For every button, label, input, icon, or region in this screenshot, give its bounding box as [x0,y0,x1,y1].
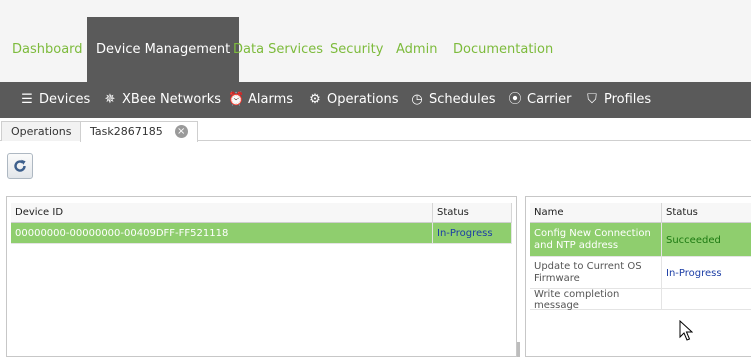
devices-grid: Device ID Status 00000000-00000000-00409… [11,203,512,244]
subnav-profiles-label: Profiles [604,92,652,107]
alarm-clock-icon: ⏰ [228,92,245,107]
gear-icon: ⚙ [309,92,321,107]
tasks-grid-header: Name Status [530,203,751,223]
subnav-carrier[interactable]: ⦿ Carrier [507,82,571,118]
subnav-profiles[interactable]: ⛉ Profiles [584,82,651,118]
sub-nav: ☰ Devices ✵ XBee Networks ⏰ Alarms ⚙ Operati… [0,82,751,118]
xbee-network-icon: ✵ [104,92,116,107]
clock-icon: ◷ [411,92,423,107]
refresh-button[interactable] [7,153,33,179]
devices-icon: ☰ [21,92,33,107]
subnav-alarms[interactable]: ⏰ Alarms [228,82,293,118]
subnav-schedules[interactable]: ◷ Schedules [409,82,496,118]
device-id-cell: 00000000-00000000-00409DFF-FF521118 [11,223,433,244]
column-header-status[interactable]: Status [662,203,751,223]
refresh-icon [14,159,26,172]
scrollbar[interactable] [517,342,520,357]
table-row[interactable]: 00000000-00000000-00409DFF-FF521118 In-P… [11,223,512,244]
subnav-carrier-label: Carrier [527,92,572,107]
status-cell: In-Progress [433,223,512,244]
tab-bar: Operations Task2867185 × [0,118,751,142]
tasks-panel: Name Status Config New Connection and NTP… [525,196,751,357]
nav-data-services[interactable]: Data Services [233,17,323,82]
table-row[interactable]: Write completion message [530,289,751,311]
nav-admin[interactable]: Admin [396,17,437,82]
task-status-cell: In-Progress [662,257,751,289]
table-row[interactable]: Update to Current OS Firmware In-Progress [530,257,751,289]
subnav-alarms-label: Alarms [248,92,294,107]
subnav-devices-label: Devices [39,92,91,107]
subnav-schedules-label: Schedules [429,92,496,107]
task-name-line1: Config New Connection [534,228,651,239]
mouse-cursor-icon [679,320,693,341]
nav-security[interactable]: Security [330,17,383,82]
subnav-xbee-networks[interactable]: ✵ XBee Networks [102,82,221,118]
tab-task-label: Task2867185 [90,125,163,138]
column-header-status[interactable]: Status [433,203,512,223]
task-status-cell: Succeeded [662,223,751,257]
tab-operations[interactable]: Operations [1,121,82,141]
signal-icon: ⦿ [508,92,522,107]
table-row[interactable]: Config New Connection and NTP address Suc… [530,223,751,257]
task-name-cell: Write completion message [530,289,662,311]
top-nav: Dashboard Device Management Data Service… [0,0,751,82]
tasks-grid: Name Status Config New Connection and NTP… [530,203,751,311]
task-name-line1: Update to Current OS [534,261,642,272]
task-name-line2: Firmware [534,273,580,284]
column-header-name[interactable]: Name [530,203,662,223]
subnav-operations-label: Operations [327,92,399,107]
close-icon[interactable]: × [174,124,188,138]
tab-task[interactable]: Task2867185 × [80,121,198,142]
subnav-xbee-networks-label: XBee Networks [122,92,222,107]
shield-icon: ⛉ [587,92,597,107]
subnav-devices[interactable]: ☰ Devices [19,82,90,118]
task-name-cell: Update to Current OS Firmware [530,257,662,289]
task-name-line2: and NTP address [534,240,619,251]
subnav-operations[interactable]: ⚙ Operations [307,82,398,118]
task-name-cell: Config New Connection and NTP address [530,223,662,257]
task-status-cell [662,289,751,310]
nav-dashboard[interactable]: Dashboard [12,17,83,82]
devices-panel: Device ID Status 00000000-00000000-00409… [6,196,517,357]
column-header-device-id[interactable]: Device ID [11,203,433,223]
nav-device-management[interactable]: Device Management [87,17,240,82]
devices-grid-header: Device ID Status [11,203,512,223]
tab-operations-label: Operations [11,125,72,138]
nav-documentation[interactable]: Documentation [453,17,553,82]
